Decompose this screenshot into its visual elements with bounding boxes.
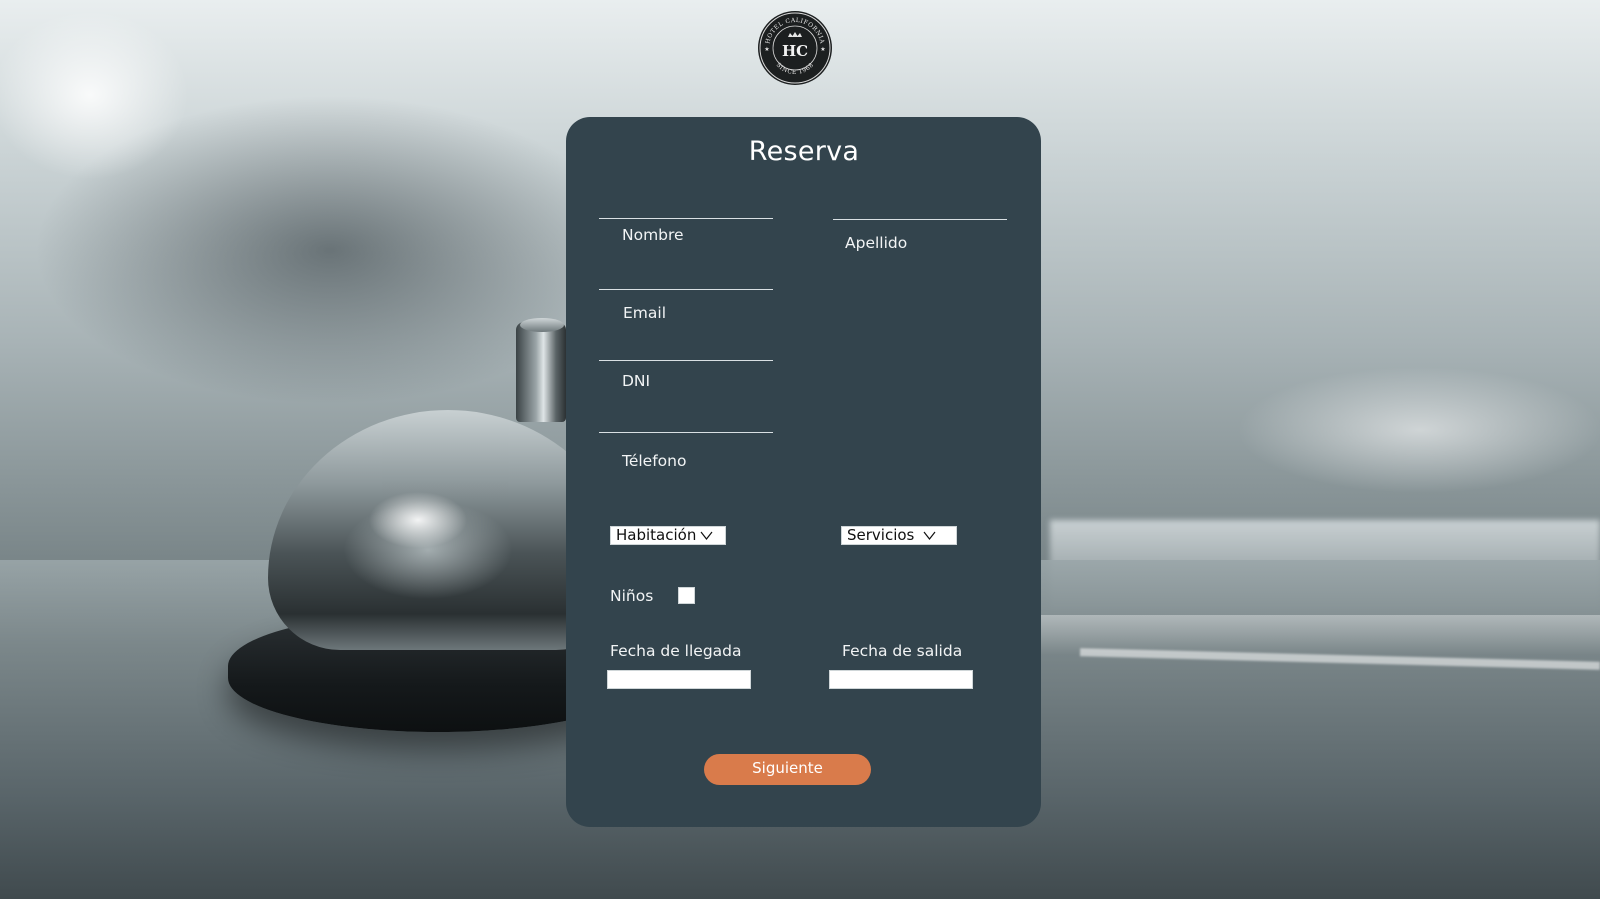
telefono-input[interactable] <box>599 432 773 433</box>
hotel-logo: HOTEL CALIFORNIA SINCE 1968 HC ★ ★ <box>758 11 832 85</box>
fecha-llegada-input[interactable] <box>607 670 751 689</box>
fecha-llegada-label: Fecha de llegada <box>610 642 742 660</box>
booking-page: HOTEL CALIFORNIA SINCE 1968 HC ★ ★ Reser… <box>0 0 1600 899</box>
apellido-label: Apellido <box>845 234 908 252</box>
habitacion-select[interactable]: Habitación <box>610 526 726 545</box>
habitacion-select-value: Habitación <box>616 526 697 544</box>
service-bell-stem <box>516 322 566 422</box>
apellido-input[interactable] <box>833 219 1007 220</box>
service-bell-cap <box>520 318 564 332</box>
email-input[interactable] <box>599 289 773 290</box>
chevron-down-icon <box>923 531 936 540</box>
siguiente-button[interactable]: Siguiente <box>704 754 871 785</box>
dni-label: DNI <box>622 372 651 390</box>
fecha-salida-label: Fecha de salida <box>842 642 963 660</box>
reservation-form: Reserva Nombre Apellido Email DNI Télefo… <box>566 117 1041 827</box>
star-right-icon: ★ <box>820 46 825 53</box>
dni-input[interactable] <box>599 360 773 361</box>
chevron-down-icon <box>700 531 713 540</box>
email-label: Email <box>623 304 667 322</box>
logo-initials: HC <box>782 42 808 60</box>
servicios-select[interactable]: Servicios <box>841 526 957 545</box>
fecha-salida-input[interactable] <box>829 670 973 689</box>
nombre-label: Nombre <box>622 226 684 244</box>
nombre-input[interactable] <box>599 218 773 219</box>
ninos-label: Niños <box>610 587 654 605</box>
form-title: Reserva <box>748 136 860 167</box>
star-left-icon: ★ <box>764 46 769 53</box>
telefono-label: Télefono <box>622 452 687 470</box>
servicios-select-value: Servicios <box>847 526 915 544</box>
ninos-checkbox[interactable] <box>678 587 695 604</box>
